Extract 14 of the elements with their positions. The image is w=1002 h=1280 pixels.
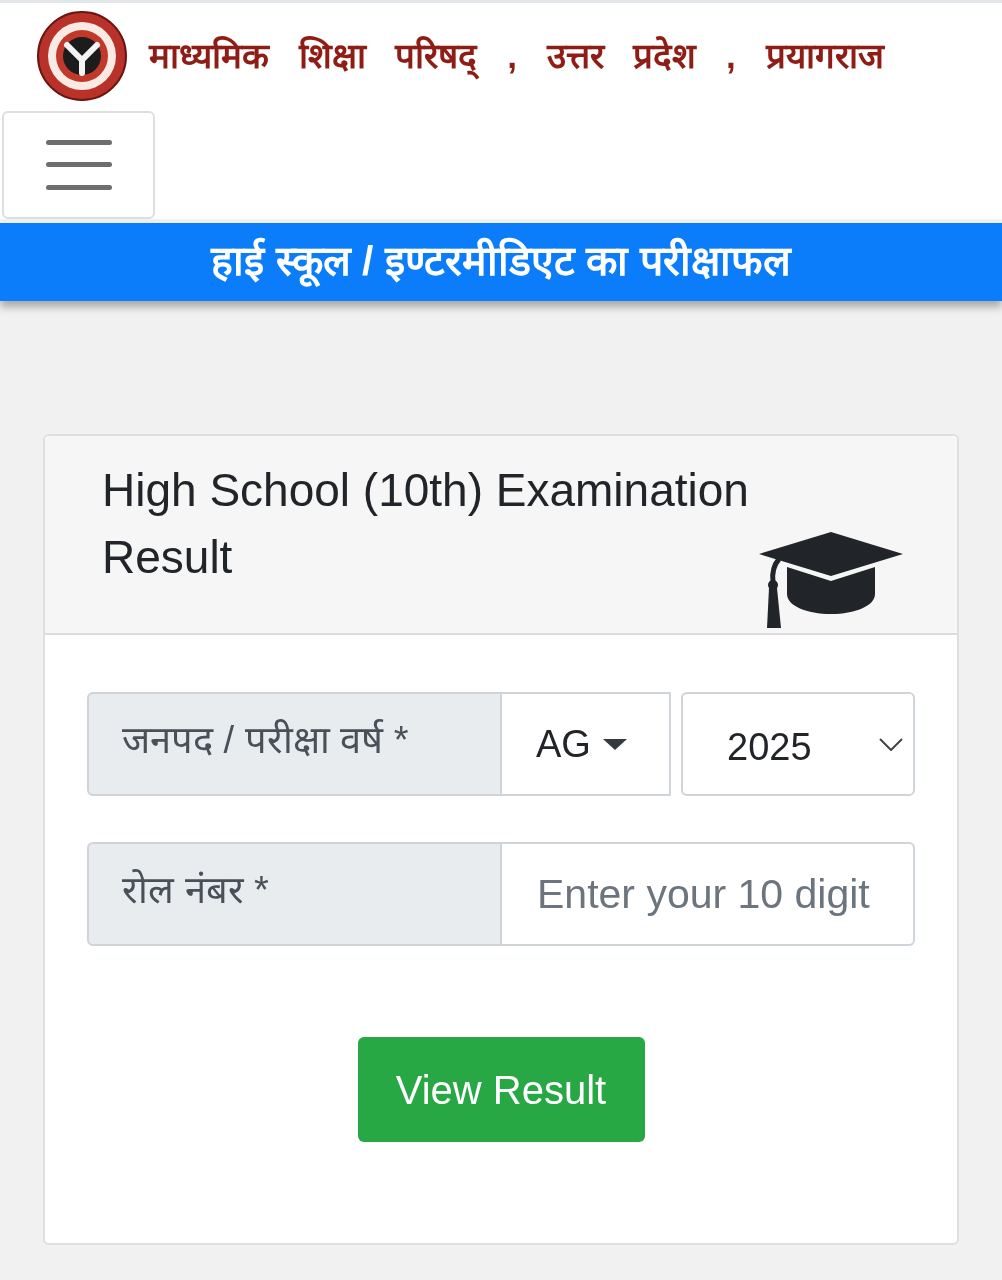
input-label: रोल नंबर *: [87, 842, 502, 946]
input-label: जनपद / परीक्षा वर्ष *: [87, 692, 502, 796]
year-select[interactable]: 2025: [681, 692, 915, 796]
emblem-icon: [37, 11, 127, 101]
caret-icon: [602, 738, 627, 750]
roll-number-field[interactable]: Enter your 10 digit: [502, 842, 915, 946]
menu-button[interactable]: [2, 111, 155, 219]
graduation-cap-icon: [759, 532, 903, 628]
chevron-down-icon: [879, 737, 903, 751]
menu-icon: [45, 140, 112, 190]
banner-title: हाई स्कूल / इण्टरमीडिएट का परीक्षाफल: [211, 236, 791, 289]
card-title: High School (10th) Examination Result: [102, 463, 750, 585]
board-title: माध्यमिक शिक्षा परिषद् , उत्तर प्रदेश , प्रयागराज: [149, 29, 884, 83]
district-dropdown[interactable]: AG: [502, 692, 671, 796]
